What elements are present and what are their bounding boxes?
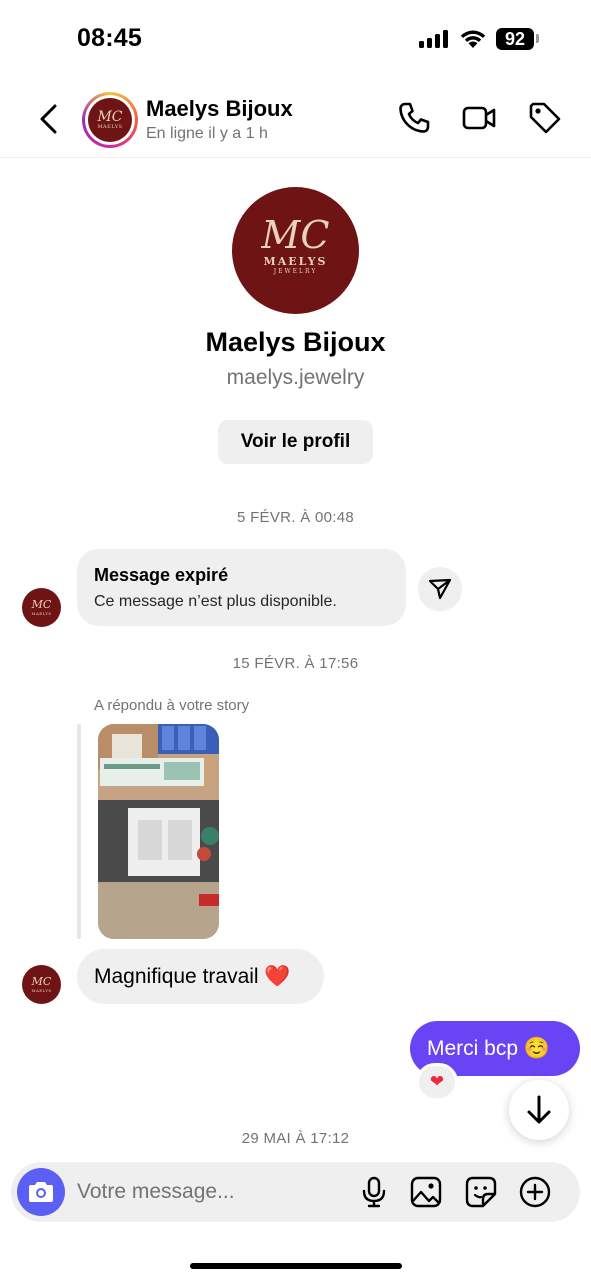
status-time: 08:45 (77, 24, 142, 52)
heart-reaction[interactable]: ❤ (416, 1063, 458, 1101)
avatar-word: MAELYS (31, 611, 52, 616)
send-icon (428, 578, 452, 600)
back-icon[interactable] (34, 102, 64, 136)
profile-handle: maelys.jewelry (226, 366, 365, 389)
received-message-bubble[interactable]: Magnifique travail ❤️ (77, 949, 324, 1004)
gallery-icon[interactable] (409, 1175, 443, 1209)
plus-icon[interactable] (518, 1175, 552, 1209)
camera-button[interactable] (17, 1168, 65, 1216)
timestamp-separator: 29 MAI À 17:12 (241, 1130, 350, 1147)
sticker-icon[interactable] (464, 1175, 498, 1209)
message-input[interactable] (77, 1162, 347, 1222)
battery-indicator: 92 (496, 28, 534, 50)
camera-icon (29, 1182, 53, 1202)
message-composer (11, 1162, 580, 1222)
story-image (98, 724, 219, 939)
profile-name: Maelys Bijoux (205, 327, 386, 357)
expired-message-body: Ce message n’est plus disponible. (94, 593, 337, 610)
header-contact-name[interactable]: Maelys Bijoux (146, 96, 293, 122)
expired-message-bubble[interactable]: Message expiré Ce message n’est plus dis… (77, 549, 406, 626)
home-indicator (190, 1263, 402, 1269)
header-avatar[interactable]: MC MAELYS (82, 92, 138, 148)
logo-monogram: MC (97, 109, 123, 125)
contact-avatar[interactable]: MC MAELYS (22, 588, 61, 627)
logo-word: MAELYS (97, 124, 123, 130)
view-profile-button[interactable]: Voir le profil (218, 420, 373, 464)
story-reply-bar (77, 724, 81, 939)
brand-logo-small: MC MAELYS (88, 98, 132, 142)
tag-icon[interactable] (527, 100, 563, 136)
microphone-icon[interactable] (357, 1175, 391, 1209)
profile-logo-word: MAELYS (263, 255, 328, 268)
video-icon[interactable] (461, 100, 497, 136)
signal-icon (419, 30, 451, 48)
wifi-icon (460, 30, 486, 48)
profile-logo-sub: JEWELRY (273, 268, 318, 275)
story-thumbnail[interactable] (98, 724, 219, 939)
profile-avatar[interactable]: MC MAELYS JEWELRY (232, 187, 359, 314)
expired-message-title: Message expiré (94, 565, 229, 585)
phone-icon[interactable] (396, 100, 432, 136)
chat-header: MC MAELYS Maelys Bijoux En ligne il y a … (0, 80, 591, 158)
avatar-monogram: MC (31, 598, 52, 611)
contact-avatar[interactable]: MC MAELYS (22, 965, 61, 1004)
profile-logo-monogram: MC (261, 213, 330, 257)
timestamp-separator: 5 FÉVR. À 00:48 (236, 509, 355, 526)
avatar-monogram: MC (31, 975, 52, 988)
timestamp-separator: 15 FÉVR. À 17:56 (232, 655, 359, 672)
avatar-word: MAELYS (31, 988, 52, 993)
battery-tip (536, 34, 539, 43)
header-status: En ligne il y a 1 h (146, 125, 268, 142)
story-reply-label: A répondu à votre story (94, 697, 250, 714)
share-button[interactable] (418, 567, 462, 611)
